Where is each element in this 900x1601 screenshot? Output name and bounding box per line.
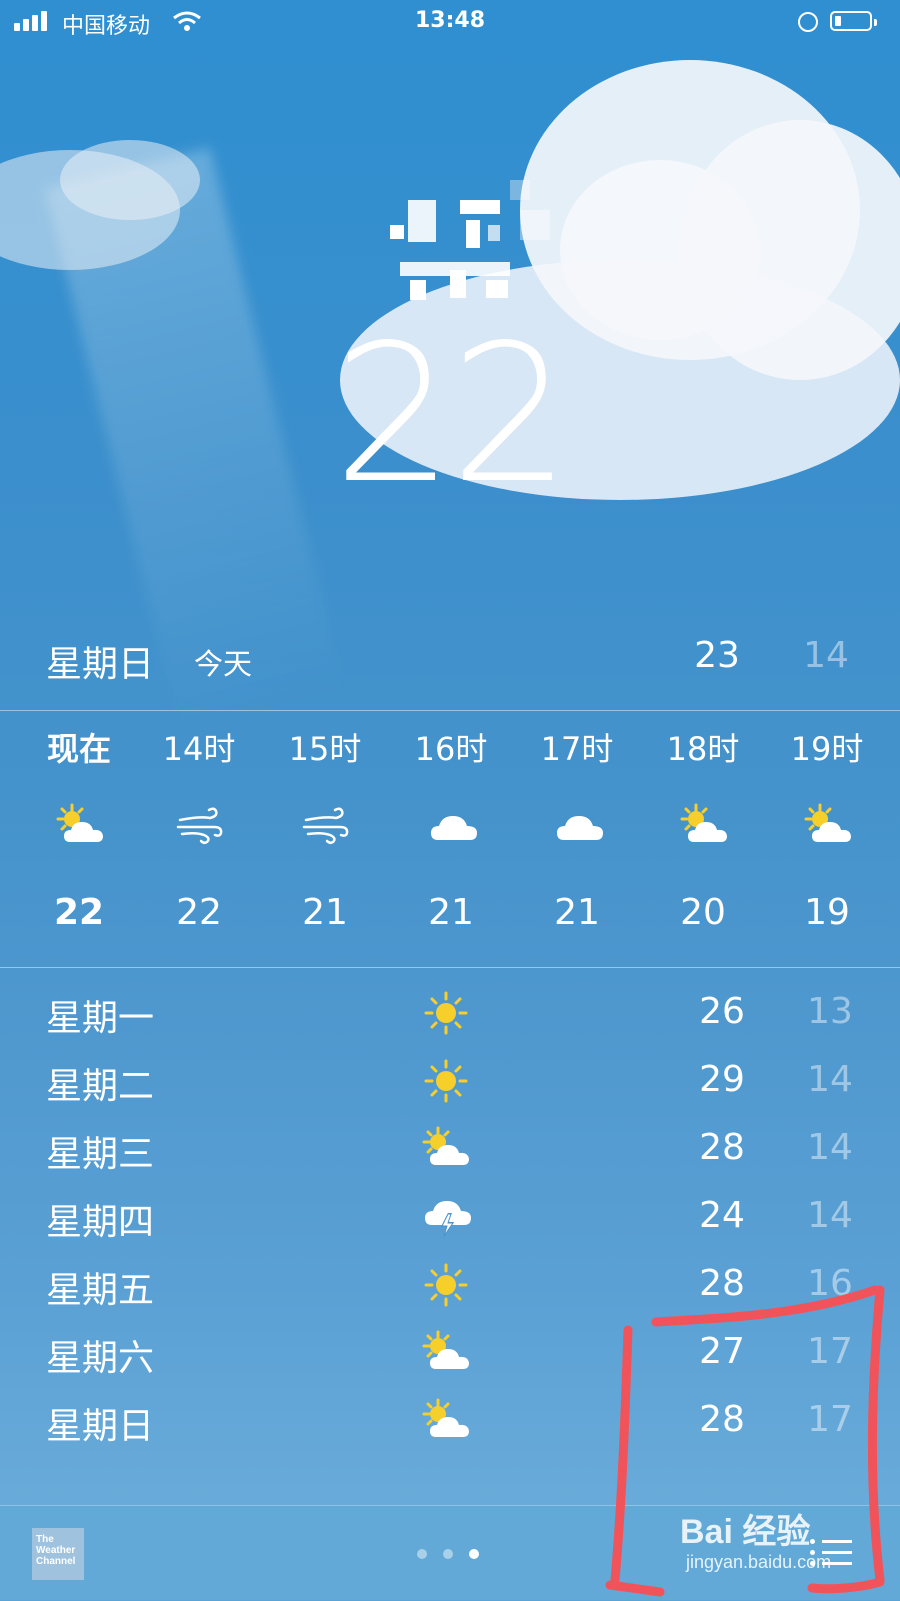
high-temperature: 28 [699, 1127, 745, 1168]
hourly-temperature: 21 [554, 892, 600, 933]
city-name-pixelated [370, 170, 570, 320]
sun-cloud-icon [420, 1397, 472, 1445]
weekday-label: 星期六 [46, 1338, 155, 1379]
sun-icon [420, 989, 472, 1037]
hourly-temperature: 19 [804, 892, 850, 933]
background-cloud [560, 160, 760, 340]
hourly-time-label: 17时 [540, 730, 614, 768]
rotation-lock-icon [798, 12, 818, 32]
weekday-label: 星期日 [46, 1406, 155, 1447]
weekday-label: 星期五 [46, 1270, 155, 1311]
sun-cloud-icon [420, 1329, 472, 1377]
daily-row: 星期日 28 17 [0, 1393, 900, 1461]
weekday-label: 星期二 [46, 1066, 155, 1107]
status-time: 13:48 [414, 8, 486, 33]
weekday-label: 星期三 [46, 1134, 155, 1175]
weather-channel-logo[interactable]: The Weather Channel [32, 1528, 84, 1580]
high-temperature: 27 [699, 1331, 745, 1372]
cloud-icon [426, 802, 477, 846]
low-temperature: 17 [807, 1399, 853, 1440]
sun-cloud-icon [678, 802, 728, 846]
today-high-temp: 23 [694, 635, 740, 676]
hourly-temperature: 21 [302, 892, 348, 933]
hourly-time-label: 19时 [790, 730, 864, 768]
sun-icon [420, 1261, 472, 1309]
page-indicator-dot-active[interactable] [469, 1549, 479, 1559]
sun-cloud-icon [420, 1125, 472, 1173]
hourly-forecast[interactable]: 现在 22 14时 22 15时 21 16时 21 17时 21 18时 20 19时 19 [0, 712, 900, 968]
hourly-item: 18时 20 [640, 712, 766, 933]
status-bar: 中国移动 13:48 [0, 0, 900, 44]
baidu-watermark: Bai 经验 jingyan.baidu.com [680, 1500, 880, 1580]
low-temperature: 16 [807, 1263, 853, 1304]
hourly-item: 15时 21 [262, 712, 388, 933]
hourly-item: 14时 22 [136, 712, 262, 933]
daily-row: 星期五 28 16 [0, 1257, 900, 1325]
divider [0, 710, 900, 711]
hourly-temperature: 22 [176, 892, 222, 933]
daily-row: 星期三 28 14 [0, 1121, 900, 1189]
daily-row: 星期二 29 14 [0, 1053, 900, 1121]
page-indicator-dot[interactable] [417, 1549, 427, 1559]
hourly-temperature: 21 [428, 892, 474, 933]
high-temperature: 24 [699, 1195, 745, 1236]
hourly-item: 16时 21 [388, 712, 514, 933]
today-label: 今天 [194, 647, 253, 681]
hourly-time-label: 14时 [162, 730, 236, 768]
low-temperature: 14 [807, 1059, 853, 1100]
divider [0, 967, 900, 968]
hourly-time-label: 16时 [414, 730, 488, 768]
hourly-time-label: 15时 [288, 730, 362, 768]
sun-icon [420, 1057, 472, 1105]
low-temperature: 14 [807, 1195, 853, 1236]
low-temperature: 13 [807, 991, 853, 1032]
wind-icon [174, 802, 224, 846]
weekday-label: 星期一 [46, 998, 155, 1039]
hourly-item: 17时 21 [514, 712, 640, 933]
hourly-time-label: 18时 [666, 730, 740, 768]
cloud-icon [552, 802, 603, 846]
today-low-temp: 14 [803, 635, 849, 676]
high-temperature: 28 [699, 1263, 745, 1304]
today-weekday: 星期日 [46, 644, 155, 685]
sun-cloud-icon [802, 802, 852, 846]
watermark-url: jingyan.baidu.com [686, 1552, 832, 1572]
low-temperature: 17 [807, 1331, 853, 1372]
battery-icon [830, 11, 877, 31]
daily-row: 星期一 26 13 [0, 985, 900, 1053]
hourly-item: 现在 22 [16, 712, 142, 933]
current-temperature: 22 [333, 304, 571, 525]
daily-row: 星期四 24 14 [0, 1189, 900, 1257]
high-temperature: 29 [699, 1059, 745, 1100]
high-temperature: 28 [699, 1399, 745, 1440]
hourly-temperature: 22 [53, 892, 105, 933]
thunder-cloud-icon [420, 1193, 472, 1241]
hourly-item: 19时 19 [764, 712, 890, 933]
watermark-brand: Bai 经验 [680, 1513, 811, 1551]
wind-icon [300, 802, 350, 846]
hourly-time-label: 现在 [46, 730, 111, 768]
hourly-temperature: 20 [680, 892, 726, 933]
background-cloud [60, 140, 200, 220]
page-indicator-dot[interactable] [443, 1549, 453, 1559]
low-temperature: 14 [807, 1127, 853, 1168]
today-summary: 星期日 今天 23 14 [46, 635, 866, 691]
daily-row: 星期六 27 17 [0, 1325, 900, 1393]
sun-cloud-icon [54, 802, 104, 846]
weekday-label: 星期四 [46, 1202, 155, 1243]
high-temperature: 26 [699, 991, 745, 1032]
